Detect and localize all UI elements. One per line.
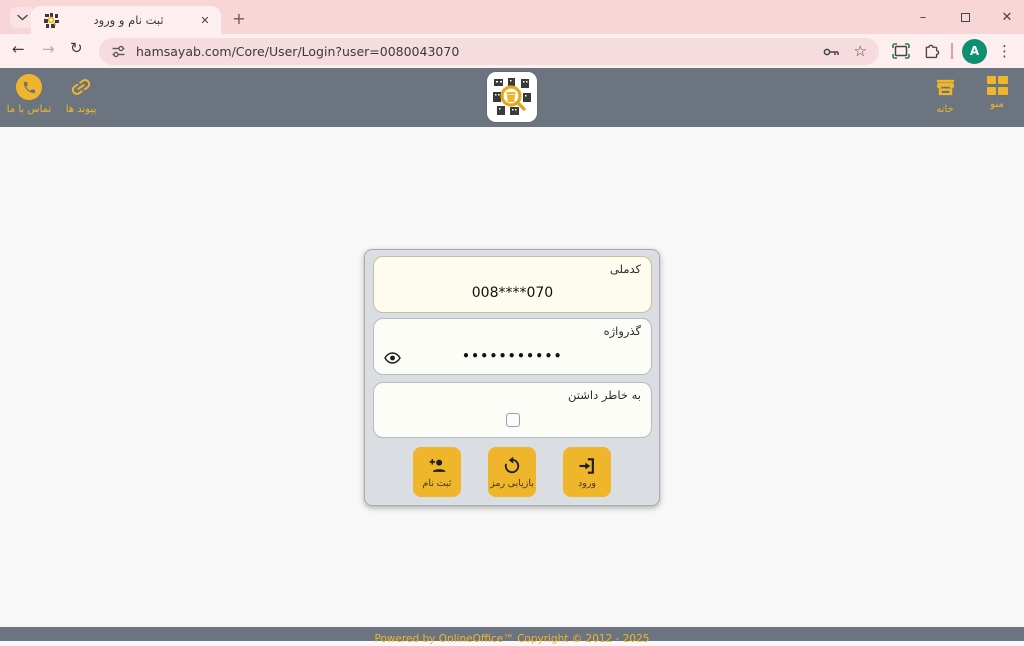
navbar-item-menu[interactable]: منو bbox=[976, 74, 1018, 110]
password-label: گذرواژه bbox=[604, 324, 641, 338]
navbar-item-contact[interactable]: تماس با ما bbox=[4, 74, 54, 115]
window-close-button[interactable]: ✕ bbox=[998, 8, 1016, 26]
site-logo[interactable] bbox=[487, 72, 537, 122]
login-card: کدملی 008****070 گذرواژه ••••••••••• به … bbox=[364, 249, 660, 506]
remember-checkbox[interactable] bbox=[506, 413, 520, 427]
chrome-menu-icon[interactable]: ⋮ bbox=[997, 42, 1012, 60]
register-button-label: ثبت نام bbox=[423, 478, 452, 489]
url-text[interactable]: hamsayab.com/Core/User/Login?user=008004… bbox=[136, 44, 823, 59]
back-button[interactable]: ← bbox=[12, 42, 25, 57]
person-add-icon bbox=[427, 456, 448, 476]
site-favicon-icon bbox=[43, 12, 60, 29]
national-code-label: کدملی bbox=[610, 262, 641, 276]
forward-button[interactable]: → bbox=[42, 42, 55, 57]
register-button[interactable]: ثبت نام bbox=[413, 447, 461, 497]
tab-close-icon[interactable]: ✕ bbox=[197, 12, 213, 28]
screen-capture-icon[interactable] bbox=[892, 43, 910, 59]
show-password-eye-icon[interactable] bbox=[384, 352, 401, 364]
new-tab-button[interactable]: + bbox=[229, 8, 249, 28]
login-arrow-icon bbox=[577, 456, 597, 476]
password-recovery-button[interactable]: بازیابی رمز bbox=[488, 447, 536, 497]
site-settings-icon[interactable] bbox=[111, 44, 126, 59]
tab-title: ثبت نام و ورود bbox=[60, 13, 197, 27]
site-footer: Powered by OnlineOffice™ Copyright © 201… bbox=[0, 627, 1024, 641]
national-code-field[interactable]: کدملی 008****070 bbox=[373, 256, 652, 313]
password-field[interactable]: گذرواژه ••••••••••• bbox=[373, 318, 652, 375]
footer-copyright-text: Powered by OnlineOffice™ Copyright © 201… bbox=[375, 633, 650, 645]
window-maximize-button[interactable] bbox=[956, 8, 974, 26]
browser-tab[interactable]: ثبت نام و ورود ✕ bbox=[31, 6, 221, 34]
phone-icon bbox=[16, 74, 42, 100]
url-bar[interactable]: hamsayab.com/Core/User/Login?user=008004… bbox=[99, 38, 879, 65]
remember-label: به خاطر داشتن bbox=[568, 388, 641, 402]
tab-strip: ثبت نام و ورود ✕ + – ✕ bbox=[0, 0, 1024, 34]
link-chain-icon bbox=[69, 74, 93, 100]
navbar-contact-label: تماس با ما bbox=[7, 104, 51, 115]
window-controls: – ✕ bbox=[914, 0, 1016, 34]
password-value: ••••••••••• bbox=[374, 349, 651, 363]
toolbar-right-controls: A ⋮ bbox=[880, 34, 1024, 68]
login-button-label: ورود bbox=[578, 478, 596, 489]
grid-menu-icon bbox=[987, 74, 1008, 95]
action-buttons-row: ورود بازیابی رمز bbox=[365, 447, 659, 497]
maximize-icon bbox=[961, 13, 970, 22]
navbar-home-label: خانه bbox=[936, 104, 953, 115]
login-button[interactable]: ورود bbox=[563, 447, 611, 497]
bookmark-star-icon[interactable]: ☆ bbox=[854, 44, 867, 59]
restore-history-icon bbox=[502, 456, 522, 476]
national-code-value: 008****070 bbox=[374, 285, 651, 301]
extensions-puzzle-icon[interactable] bbox=[923, 43, 940, 60]
remember-field: به خاطر داشتن bbox=[373, 382, 652, 438]
profile-avatar[interactable]: A bbox=[962, 39, 987, 64]
navbar-links-label: پیوند ها bbox=[66, 104, 97, 115]
window-minimize-button[interactable]: – bbox=[914, 8, 932, 26]
storefront-icon bbox=[934, 74, 957, 100]
chevron-down-icon bbox=[17, 14, 28, 21]
page-content: کدملی 008****070 گذرواژه ••••••••••• به … bbox=[0, 127, 1024, 627]
toolbar-divider bbox=[951, 43, 953, 59]
reload-button[interactable]: ↻ bbox=[70, 41, 83, 56]
navbar-item-home[interactable]: خانه bbox=[922, 74, 968, 115]
navbar-item-links[interactable]: پیوند ها bbox=[58, 74, 104, 115]
password-key-icon[interactable] bbox=[823, 46, 840, 58]
navbar-menu-label: منو bbox=[990, 99, 1004, 110]
recovery-button-label: بازیابی رمز bbox=[490, 478, 534, 489]
